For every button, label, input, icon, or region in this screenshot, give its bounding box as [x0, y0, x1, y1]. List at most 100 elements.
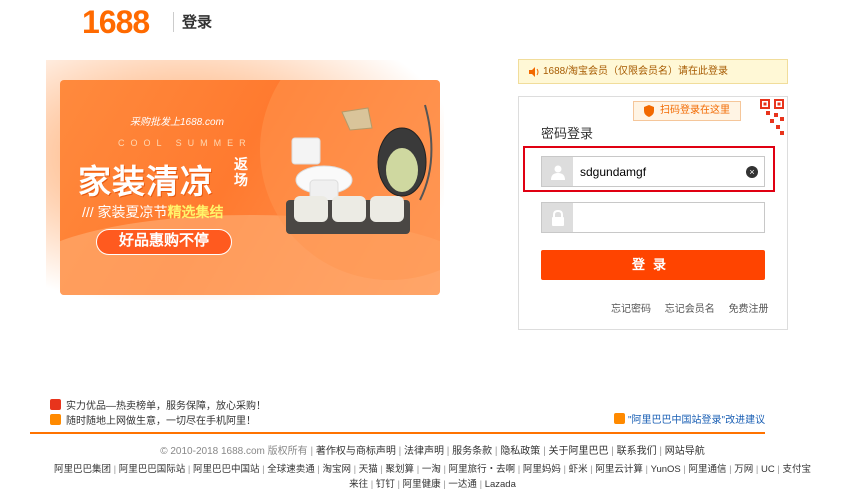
copyright-link[interactable]: 关于阿里巴巴: [548, 446, 608, 457]
row1-link[interactable]: 全球速卖通: [267, 464, 315, 475]
phone-icon: [50, 414, 61, 425]
row1-link[interactable]: 阿里云计算: [595, 464, 643, 475]
sofa-cushion-middle: [332, 196, 366, 222]
row1-link[interactable]: 阿里巴巴中国站: [193, 464, 260, 475]
promo-line-1[interactable]: 实力优品—热卖榜单，服务保障，放心采购！: [50, 397, 266, 412]
footer-links-row-2: 来往 | 钉钉 | 阿里健康 | 一达通 | Lazada: [0, 476, 865, 490]
row1-link[interactable]: UC: [761, 464, 775, 475]
promo-text-2: 随时随地上网做生意，一切尽在手机阿里！: [66, 416, 256, 427]
chair-cushion-shape: [386, 148, 418, 192]
row1-link[interactable]: 万网: [734, 464, 753, 475]
copyright-bar: © 2010-2018 1688.com 版权所有 | 著作权与商标声明 | 法…: [0, 442, 865, 457]
copyright-link[interactable]: 著作权与商标声明: [316, 446, 396, 457]
sofa-cushion-right: [370, 196, 404, 222]
row1-link[interactable]: 天猫: [359, 464, 378, 475]
copyright-links: | 著作权与商标声明 | 法律声明 | 服务条款 | 隐私政策 | 关于阿里巴巴…: [310, 446, 704, 457]
row1-link[interactable]: 阿里旅行・去啊: [449, 464, 516, 475]
qr-code-icon[interactable]: [740, 97, 786, 143]
row1-link[interactable]: 一淘: [422, 464, 441, 475]
link-separator: |: [608, 446, 617, 457]
clear-icon[interactable]: ×: [746, 166, 758, 178]
link-separator: |: [110, 464, 119, 475]
copyright-link[interactable]: 联系我们: [617, 446, 657, 457]
forgot-username-link[interactable]: 忘记会员名: [665, 304, 715, 315]
login-button[interactable]: 登录: [541, 250, 765, 280]
row1-link[interactable]: 阿里通信: [689, 464, 727, 475]
row2-link[interactable]: 一达通: [448, 479, 477, 490]
link-separator: |: [414, 464, 422, 475]
user-icon: [550, 165, 565, 180]
link-separator: |: [560, 464, 569, 475]
row1-link[interactable]: 阿里巴巴国际站: [119, 464, 186, 475]
banner-headline: 家装清凉: [78, 163, 214, 200]
user-icon-box: [542, 157, 573, 186]
row1-link[interactable]: 虾米: [569, 464, 588, 475]
row1-link[interactable]: 聚划算: [386, 464, 415, 475]
link-separator: |: [515, 464, 523, 475]
password-field[interactable]: [541, 202, 765, 233]
link-separator: |: [656, 446, 665, 457]
row2-link[interactable]: 来往: [349, 479, 368, 490]
register-link[interactable]: 免费注册: [729, 304, 769, 315]
footer-links-row-1: 阿里巴巴集团 | 阿里巴巴国际站 | 阿里巴巴中国站 | 全球速卖通 | 淘宝网…: [0, 461, 865, 475]
link-separator: |: [642, 464, 651, 475]
link-separator: |: [368, 479, 376, 490]
link-separator: |: [444, 446, 453, 457]
banner-scene-text: 返场: [234, 156, 248, 188]
feedback-text: "阿里巴巴中国站登录"改进建议: [628, 415, 766, 426]
link-separator: |: [395, 446, 404, 457]
lock-icon-box: [542, 203, 573, 232]
furniture-illustration: [286, 104, 433, 234]
login-links: 忘记密码 忘记会员名 免费注册: [600, 300, 769, 315]
link-separator: |: [185, 464, 193, 475]
promo-text-1: 实力优品—热卖榜单，服务保障，放心采购！: [66, 401, 266, 412]
feedback-icon: [614, 413, 625, 424]
page-title: 登录: [182, 14, 213, 31]
banner-cta-button[interactable]: 好品惠购不停: [96, 229, 232, 255]
toilet-tank-shape: [291, 137, 321, 165]
row1-link[interactable]: YunOS: [651, 464, 681, 475]
row1-link[interactable]: 淘宝网: [323, 464, 352, 475]
row1-link[interactable]: 阿里巴巴集团: [54, 464, 111, 475]
banner-site-text: 采购批发上1688.com: [130, 117, 224, 128]
row1-link[interactable]: 阿里妈妈: [523, 464, 561, 475]
link-separator: |: [351, 464, 359, 475]
copyright-link[interactable]: 服务条款: [452, 446, 492, 457]
link-separator: |: [440, 464, 449, 475]
feedback-link[interactable]: "阿里巴巴中国站登录"改进建议: [614, 411, 765, 426]
row2-link[interactable]: 阿里健康: [403, 479, 441, 490]
banner-summer-text: COOL SUMMER: [118, 138, 252, 148]
login-notice: 1688/淘宝会员（仅限会员名）请在此登录: [518, 59, 788, 84]
copyright-link[interactable]: 网站导航: [665, 446, 705, 457]
shield-icon: [644, 105, 654, 117]
banner-subtitle-prefix: /// 家装夏凉节: [82, 204, 168, 220]
link-separator: |: [774, 464, 783, 475]
forgot-password-link[interactable]: 忘记密码: [611, 304, 651, 315]
header-divider: [173, 12, 174, 32]
row2-link[interactable]: Lazada: [485, 479, 516, 490]
username-field[interactable]: ×: [541, 156, 765, 187]
link-separator: |: [476, 479, 485, 490]
link-separator: |: [680, 464, 689, 475]
row1-link[interactable]: 支付宝: [783, 464, 812, 475]
login-title: 密码登录: [541, 126, 594, 141]
copyright-link[interactable]: 法律声明: [404, 446, 444, 457]
link-separator: |: [753, 464, 762, 475]
row2-link[interactable]: 钉钉: [376, 479, 395, 490]
banner-subtitle-highlight: 精选集结: [167, 204, 224, 220]
link-separator: |: [314, 464, 323, 475]
banner-subtitle: /// 家装夏凉节精选集结: [82, 202, 224, 222]
link-separator: |: [394, 479, 403, 490]
lamp-shape: [341, 107, 373, 131]
footer-divider: [30, 432, 765, 434]
username-input[interactable]: [580, 161, 740, 182]
copyright-link[interactable]: 隐私政策: [500, 446, 540, 457]
gift-icon: [50, 399, 61, 410]
site-logo[interactable]: 1688: [82, 4, 150, 41]
lock-icon: [551, 209, 564, 226]
link-separator: |: [377, 464, 386, 475]
copyright-text: © 2010-2018 1688.com 版权所有: [160, 446, 308, 457]
sofa-cushion-left: [294, 196, 328, 222]
password-input[interactable]: [580, 207, 740, 228]
promo-line-2[interactable]: 随时随地上网做生意，一切尽在手机阿里！: [50, 412, 256, 427]
